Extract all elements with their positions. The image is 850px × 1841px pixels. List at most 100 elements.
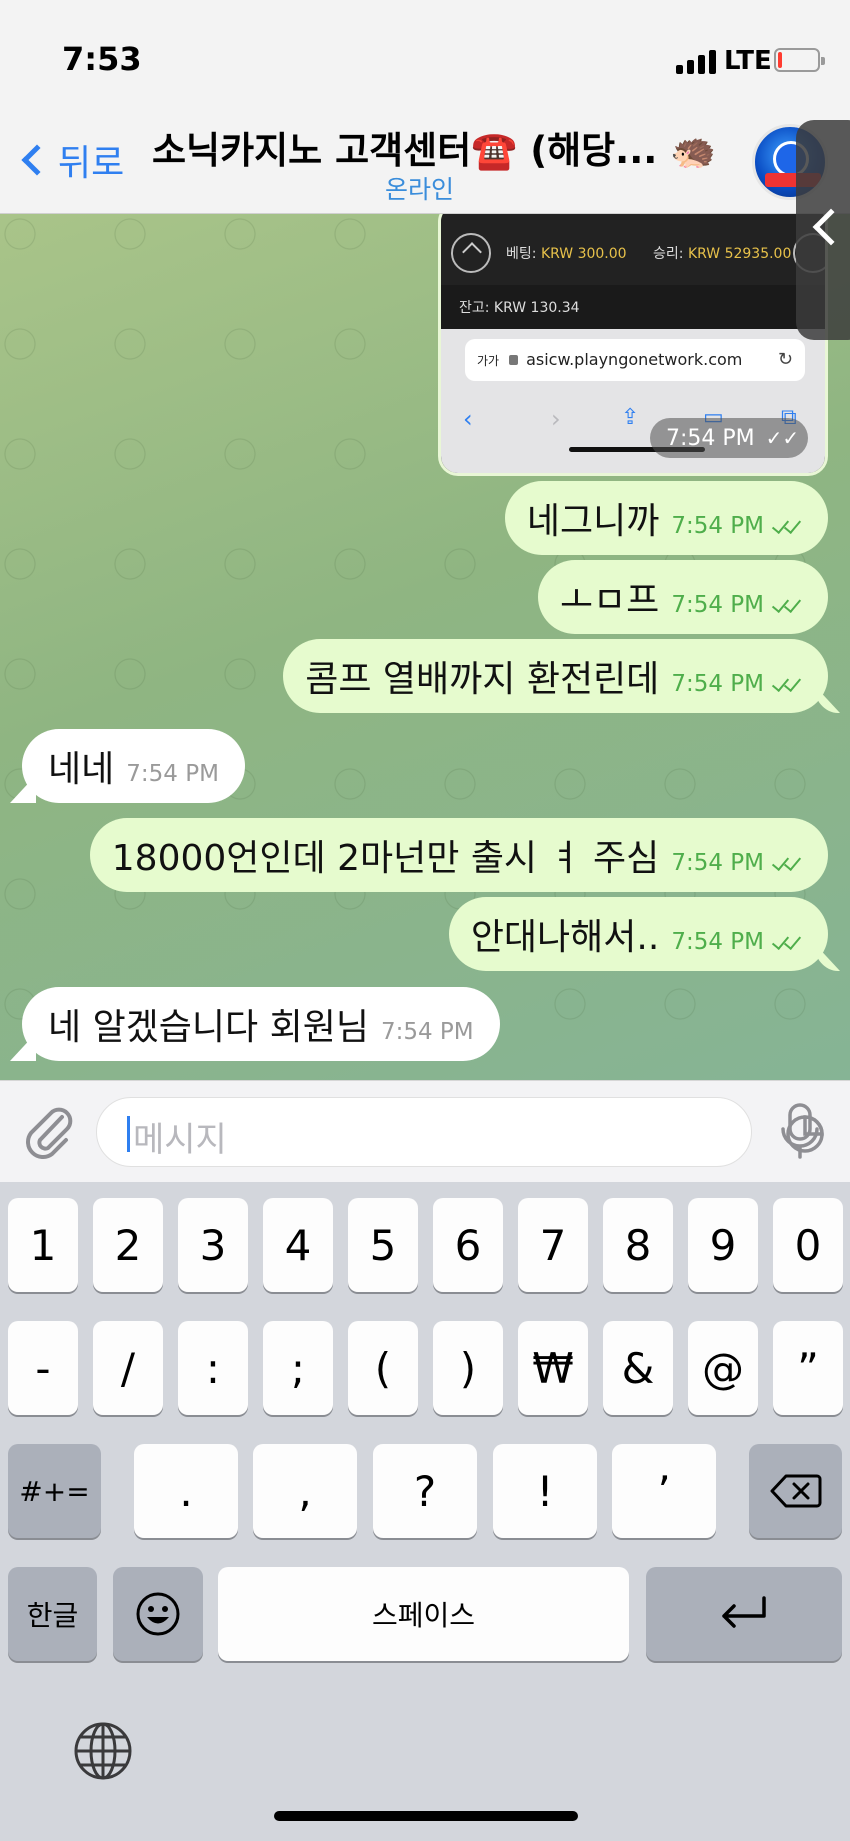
- message-text: 콤프 열배까지 환전린데: [305, 659, 660, 700]
- double-check-icon: ✓✓: [765, 426, 800, 450]
- key-2[interactable]: 2: [93, 1198, 163, 1292]
- cellular-signal-icon: [676, 50, 718, 74]
- win-label: 승리:: [653, 246, 684, 262]
- key-open-paren[interactable]: (: [348, 1321, 418, 1415]
- battery-icon: [774, 48, 825, 72]
- message-bubble[interactable]: 18000언인데 2마넌만 출시 ㅕ 주심 7:54 PM: [89, 818, 828, 892]
- url-text: asicw.playngonetwork.com: [526, 350, 743, 369]
- chevron-left-icon: [21, 144, 53, 176]
- chat-area[interactable]: 베팅: KRW 300.00 승리: KRW 52935.00 잔고: KRW …: [0, 214, 850, 1080]
- message-time: 7:54 PM: [671, 929, 764, 955]
- key-semicolon[interactable]: ;: [263, 1321, 333, 1415]
- key-won[interactable]: ₩: [518, 1321, 588, 1415]
- double-check-icon: [770, 852, 806, 873]
- message-input[interactable]: 메시지: [96, 1097, 824, 1167]
- message-time: 7:54 PM: [380, 1019, 474, 1045]
- paperclip-icon[interactable]: [22, 1103, 74, 1159]
- message-meta: 7:54 PM: [381, 1019, 474, 1045]
- browser-back-icon: ‹: [463, 405, 473, 433]
- bet-value: KRW 300.00: [540, 246, 627, 262]
- key-0[interactable]: 0: [773, 1198, 843, 1292]
- address-bar: 가가 asicw.playngonetwork.com ↻: [465, 339, 805, 381]
- share-icon: ⇪: [621, 405, 640, 430]
- message-bubble[interactable]: 네네 7:54 PM: [22, 729, 245, 803]
- key-hyphen[interactable]: -: [8, 1321, 78, 1415]
- globe-icon[interactable]: [72, 1720, 134, 1782]
- key-period[interactable]: .: [134, 1444, 238, 1538]
- back-button[interactable]: 뒤로: [14, 132, 124, 188]
- chat-status: 온라인: [385, 175, 455, 204]
- key-close-paren[interactable]: ): [433, 1321, 503, 1415]
- double-check-icon: [770, 594, 806, 615]
- message-meta: 7:54 PM: [671, 671, 806, 697]
- browser-forward-icon: ›: [551, 405, 561, 433]
- key-at[interactable]: @: [688, 1321, 758, 1415]
- return-key[interactable]: [646, 1567, 842, 1661]
- key-question[interactable]: ?: [373, 1444, 477, 1538]
- message-text: ㅗㅁ프: [559, 580, 660, 621]
- message-meta: 7:54 PM: [671, 592, 806, 618]
- microphone-icon[interactable]: [778, 1101, 822, 1161]
- key-9[interactable]: 9: [688, 1198, 758, 1292]
- delete-key[interactable]: [749, 1444, 842, 1538]
- message-placeholder: 메시지: [133, 1120, 227, 1160]
- message-text: 안대나해서..: [470, 917, 660, 958]
- double-check-icon: [770, 673, 806, 694]
- space-key[interactable]: 스페이스: [218, 1567, 629, 1661]
- key-quote[interactable]: ”: [773, 1321, 843, 1415]
- key-5[interactable]: 5: [348, 1198, 418, 1292]
- emoji-icon: [136, 1592, 180, 1636]
- status-bar: 7:53 LTE: [0, 0, 850, 110]
- message-time: 7:54 PM: [671, 592, 764, 618]
- message-composer: 메시지: [0, 1080, 850, 1182]
- reload-icon: ↻: [777, 349, 793, 370]
- bet-readout: 베팅: KRW 300.00: [506, 243, 627, 263]
- text-size-label: 가가: [477, 354, 500, 368]
- double-check-icon: [770, 515, 806, 536]
- chat-title[interactable]: 소닉카지노 고객센터☎️ (해당... 🦔: [152, 120, 716, 174]
- key-1[interactable]: 1: [8, 1198, 78, 1292]
- message-time: 7:54 PM: [671, 513, 764, 539]
- return-icon: [722, 1596, 766, 1628]
- message-time: 7:54 PM: [126, 761, 219, 787]
- lock-icon: [509, 355, 519, 365]
- message-bubble[interactable]: ㅗㅁ프 7:54 PM: [537, 560, 828, 634]
- win-readout: 승리: KRW 52935.00: [653, 243, 791, 263]
- key-symbols[interactable]: #+=: [8, 1444, 101, 1538]
- emoji-key[interactable]: [113, 1567, 203, 1661]
- home-indicator[interactable]: [274, 1811, 578, 1821]
- key-comma[interactable]: ,: [253, 1444, 357, 1538]
- key-exclamation[interactable]: !: [493, 1444, 597, 1538]
- message-meta: 7:54 PM: [671, 929, 806, 955]
- key-3[interactable]: 3: [178, 1198, 248, 1292]
- message-meta: 7:54 PM: [671, 513, 806, 539]
- message-text: 18000언인데 2마넌만 출시 ㅕ 주심: [111, 838, 660, 879]
- game-toolbar: 베팅: KRW 300.00 승리: KRW 52935.00: [441, 214, 825, 285]
- image-timestamp: 7:54 PM ✓✓: [650, 418, 808, 458]
- key-apostrophe[interactable]: ’: [612, 1444, 716, 1538]
- message-bubble[interactable]: 네그니까 7:54 PM: [504, 481, 828, 555]
- battery-level: [778, 52, 783, 68]
- key-7[interactable]: 7: [518, 1198, 588, 1292]
- message-time: 7:54 PM: [671, 850, 764, 876]
- chevron-left-icon: [812, 208, 850, 246]
- key-slash[interactable]: /: [93, 1321, 163, 1415]
- message-bubble[interactable]: 네 알겠습니다 회원님 7:54 PM: [22, 987, 500, 1061]
- message-text: 네네: [48, 749, 115, 790]
- image-time-text: 7:54 PM: [666, 426, 755, 451]
- message-time: 7:54 PM: [671, 671, 764, 697]
- key-4[interactable]: 4: [263, 1198, 333, 1292]
- key-8[interactable]: 8: [603, 1198, 673, 1292]
- side-panel-tab[interactable]: [796, 120, 850, 340]
- key-colon[interactable]: :: [178, 1321, 248, 1415]
- home-icon: [451, 233, 491, 273]
- key-language[interactable]: 한글: [8, 1567, 97, 1661]
- message-bubble[interactable]: 안대나해서.. 7:54 PM: [448, 897, 828, 971]
- message-text: 네 알겠습니다 회원님: [48, 1007, 369, 1048]
- key-6[interactable]: 6: [433, 1198, 503, 1292]
- key-ampersand[interactable]: &: [603, 1321, 673, 1415]
- message-bubble[interactable]: 콤프 열배까지 환전린데 7:54 PM: [283, 639, 828, 713]
- keyboard: 1 2 3 4 5 6 7 8 9 0 - / : ; ( ) ₩ & @ ” …: [0, 1182, 850, 1841]
- double-check-icon: [770, 931, 806, 952]
- backspace-icon: [770, 1474, 821, 1508]
